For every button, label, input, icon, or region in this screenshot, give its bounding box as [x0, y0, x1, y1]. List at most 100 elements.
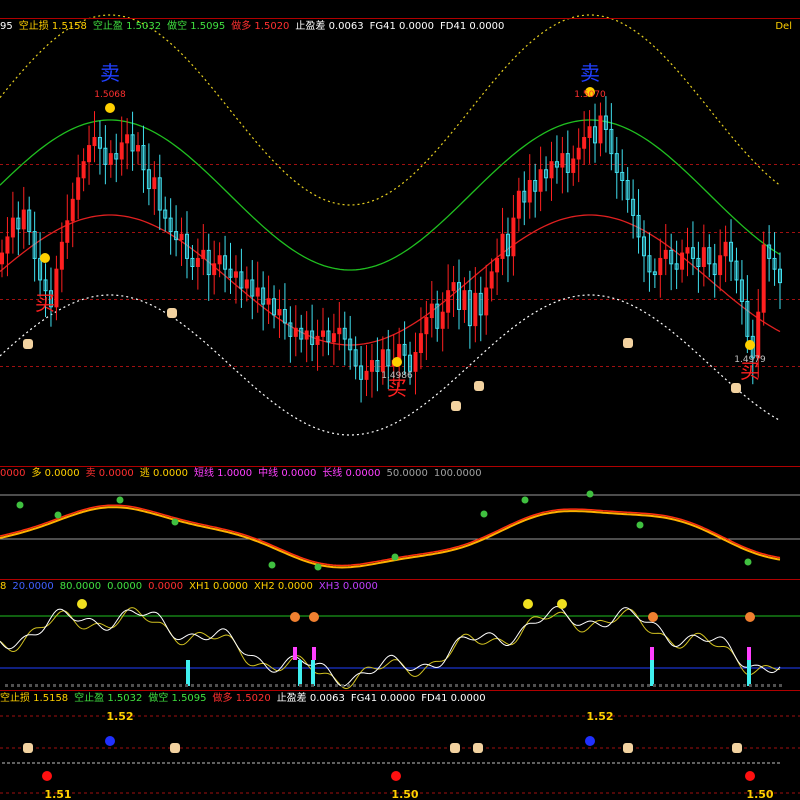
panel4-baseline-dot [632, 762, 635, 764]
panel3-baseline-dot [761, 684, 764, 687]
panel3-baseline-dot [179, 684, 182, 687]
candle-body [429, 303, 434, 319]
candle-body [320, 330, 325, 337]
panel3-baseline-dot [701, 684, 704, 687]
panel3-baseline-dot [647, 684, 650, 687]
panel4-baseline-dot [367, 762, 370, 764]
panel3-baseline-dot [137, 684, 140, 687]
panel4-baseline-dot [377, 762, 380, 764]
panel4-baseline-dot [127, 762, 130, 764]
panel4-baseline-dot [742, 762, 745, 764]
panel1-header-item: 做多 1.5020 [231, 21, 290, 32]
candle-body [685, 247, 690, 254]
panel3-baseline-dot [5, 684, 8, 687]
panel3-header-item: 0.0000 [107, 581, 143, 592]
panel4-thumbs-up-icon [170, 743, 180, 753]
panel4-baseline-dot [752, 762, 755, 764]
panel4-baseline-dot [457, 762, 460, 764]
panel4-baseline-dot [677, 762, 680, 764]
panel3-baseline-dot [197, 684, 200, 687]
panel4-baseline-dot [132, 762, 135, 764]
panel4-baseline-dot [212, 762, 215, 764]
candle-body [54, 268, 59, 308]
panel3-baseline-dot [659, 684, 662, 687]
candle-body [266, 298, 271, 305]
panel4-baseline-dot [347, 762, 350, 764]
panel4-baseline-dot [767, 762, 770, 764]
panel2-header-item: 50.0000 [386, 468, 428, 479]
candle-body [598, 115, 603, 144]
signal-marker-icon [586, 490, 594, 498]
corner-label-text: Del [775, 21, 792, 32]
panel4-baseline-dot [727, 762, 730, 764]
panel4-baseline-dot [627, 762, 630, 764]
candle-body [701, 247, 706, 267]
panel4-baseline-dot [757, 762, 760, 764]
panel3-header-item: 80.0000 [59, 581, 102, 592]
panel4-baseline-dot [762, 762, 765, 764]
panel3-baseline-dot [485, 684, 488, 687]
panel3-baseline-dot [299, 684, 302, 687]
panel4-baseline-dot [62, 762, 65, 764]
candle-body [761, 244, 766, 313]
panel3-baseline-dot [89, 684, 92, 687]
panel3-smiley-icon [557, 599, 567, 609]
panel4-baseline-dot [557, 762, 560, 764]
candle-body [462, 290, 467, 310]
panel4-baseline-dot [407, 762, 410, 764]
panel4-baseline-dot [267, 762, 270, 764]
panel3-baseline-dot [23, 684, 26, 687]
candle-body [440, 311, 445, 329]
panel3-baseline-dot [263, 684, 266, 687]
panel4-header-item: FD41 0.0000 [421, 693, 486, 704]
panel4-baseline-dot [667, 762, 670, 764]
panel4-baseline-dot [247, 762, 250, 764]
panel3-baseline-dot [629, 684, 632, 687]
panel4-baseline-dot [17, 762, 20, 764]
candle-body [587, 126, 592, 138]
panel3-baseline-dot [113, 684, 116, 687]
panel4-baseline-dot [502, 762, 505, 764]
panel4-baseline-dot [617, 762, 620, 764]
panel3-smiley-icon [77, 599, 87, 609]
panel3-baseline-dot [731, 684, 734, 687]
panel4-baseline-dot [242, 762, 245, 764]
panel3-baseline-dot [383, 684, 386, 687]
panel3-baseline-dot [467, 684, 470, 687]
panel4-baseline-dot [7, 762, 10, 764]
blue-dot-icon [105, 736, 115, 746]
panel4-baseline-dot [157, 762, 160, 764]
panel4-price-label: 1.52 [586, 710, 613, 723]
panel3-baseline-dot [713, 684, 716, 687]
signal-marker-icon [54, 511, 62, 519]
panel4-baseline-dot [167, 762, 170, 764]
candle-body [81, 161, 86, 179]
panel3-baseline-dot [605, 684, 608, 687]
panel3-baseline-dot [149, 684, 152, 687]
panel4-baseline-dot [612, 762, 615, 764]
panel3-baseline-dot [293, 684, 296, 687]
panel3-baseline-dot [779, 684, 782, 687]
panel3-baseline-dot [695, 684, 698, 687]
panel1-header-item: 做空 1.5095 [167, 21, 226, 32]
panel3-baseline-dot [509, 684, 512, 687]
panel2-header-item: 中线 0.0000 [258, 468, 317, 479]
annotation-value: 1.5070 [574, 90, 606, 100]
panel4-baseline-dot [452, 762, 455, 764]
panel3-header-item: XH2 0.0000 [254, 581, 313, 592]
thumbs-up-icon [451, 401, 461, 411]
panel4-baseline-dot [707, 762, 710, 764]
candle-body [331, 333, 336, 343]
candle-body [756, 311, 761, 359]
panel4-baseline-dot [187, 762, 190, 764]
panel4-baseline-dot [492, 762, 495, 764]
panel3-header-item: XH1 0.0000 [189, 581, 248, 592]
panel3-baseline-dot [59, 684, 62, 687]
panel3-baseline-dot [521, 684, 524, 687]
candle-body [680, 252, 685, 270]
panel3-cyan-bar [311, 660, 315, 686]
panel4-baseline-dot [357, 762, 360, 764]
candle-body [125, 134, 130, 144]
candle-body [473, 292, 478, 327]
panel4-baseline-dot [682, 762, 685, 764]
